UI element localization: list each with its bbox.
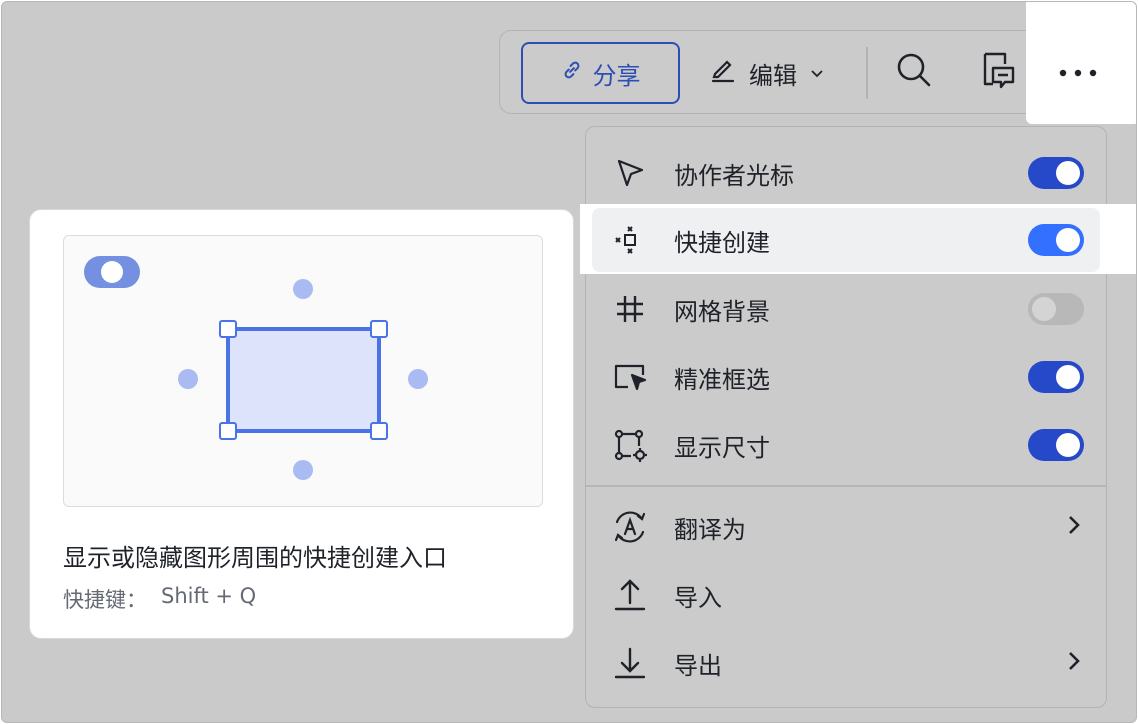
toggle-switch[interactable] xyxy=(1028,361,1084,393)
menu-item-export[interactable]: 导出 xyxy=(592,631,1100,695)
toggle-switch[interactable] xyxy=(1028,157,1084,189)
app-frame: 分享 编辑 协作者光标 网格背景 精准框选 显示尺寸 翻译为 导入 导出 快捷创… xyxy=(1,1,1137,723)
comment-button[interactable] xyxy=(976,50,1020,94)
upload-icon xyxy=(610,575,650,615)
quick-create-icon xyxy=(610,220,650,260)
share-button[interactable]: 分享 xyxy=(521,42,680,104)
toggle-switch[interactable] xyxy=(1028,224,1084,256)
tooltip-title: 显示或隐藏图形周围的快捷创建入口 xyxy=(63,544,447,572)
menu-item-row: 快捷创建 xyxy=(592,208,1100,272)
tooltip-preview xyxy=(63,235,543,507)
menu-item-translate[interactable]: 翻译为 xyxy=(592,495,1100,559)
menu-divider xyxy=(586,485,1106,487)
shortcut-keys: Shift + Q xyxy=(161,584,257,608)
menu-item-label: 导入 xyxy=(674,583,722,612)
cursor-arrow-icon xyxy=(610,153,650,193)
tooltip-shortcut: 快捷键： Shift + Q xyxy=(63,584,256,614)
chevron-right-icon xyxy=(1064,513,1084,541)
menu-item-quick-create[interactable]: 快捷创建 xyxy=(592,208,1100,272)
more-button[interactable] xyxy=(1026,2,1136,124)
feature-tooltip: 显示或隐藏图形周围的快捷创建入口 快捷键： Shift + Q xyxy=(29,209,574,639)
search-icon xyxy=(895,51,933,93)
edit-label: 编辑 xyxy=(749,61,797,90)
edit-button[interactable]: 编辑 xyxy=(709,42,849,104)
share-label: 分享 xyxy=(592,61,641,90)
menu-item-label: 显示尺寸 xyxy=(674,433,770,462)
grid-icon xyxy=(610,289,650,329)
toggle-switch[interactable] xyxy=(1028,429,1084,461)
search-button[interactable] xyxy=(892,50,936,94)
link-icon xyxy=(561,59,583,87)
menu-item-collaborator-cursor[interactable]: 协作者光标 xyxy=(592,141,1100,205)
menu-item-label: 精准框选 xyxy=(674,365,770,394)
chevron-down-icon xyxy=(809,59,825,87)
menu-item-label: 翻译为 xyxy=(674,515,746,544)
menu-item-grid-background[interactable]: 网格背景 xyxy=(592,277,1100,341)
more-icon xyxy=(1058,63,1098,82)
shortcut-label: 快捷键： xyxy=(63,588,147,612)
comment-icon xyxy=(979,50,1017,94)
menu-item-show-dimensions[interactable]: 显示尺寸 xyxy=(592,413,1100,477)
toggle-switch[interactable] xyxy=(1028,293,1084,325)
toolbar-divider xyxy=(866,47,868,99)
menu-item-label: 导出 xyxy=(674,651,722,680)
quick-create-illustration xyxy=(84,256,428,480)
menu-item-precise-selection[interactable]: 精准框选 xyxy=(592,345,1100,409)
translate-icon xyxy=(610,507,650,547)
menu-item-import[interactable]: 导入 xyxy=(592,563,1100,627)
menu-item-label: 协作者光标 xyxy=(674,161,794,190)
chevron-right-icon xyxy=(1064,649,1084,677)
menu-item-label: 网格背景 xyxy=(674,297,770,326)
pencil-icon xyxy=(709,56,737,90)
download-icon xyxy=(610,643,650,683)
dimension-icon xyxy=(610,425,650,465)
menu-item-label: 快捷创建 xyxy=(674,228,770,257)
box-select-icon xyxy=(610,357,650,397)
